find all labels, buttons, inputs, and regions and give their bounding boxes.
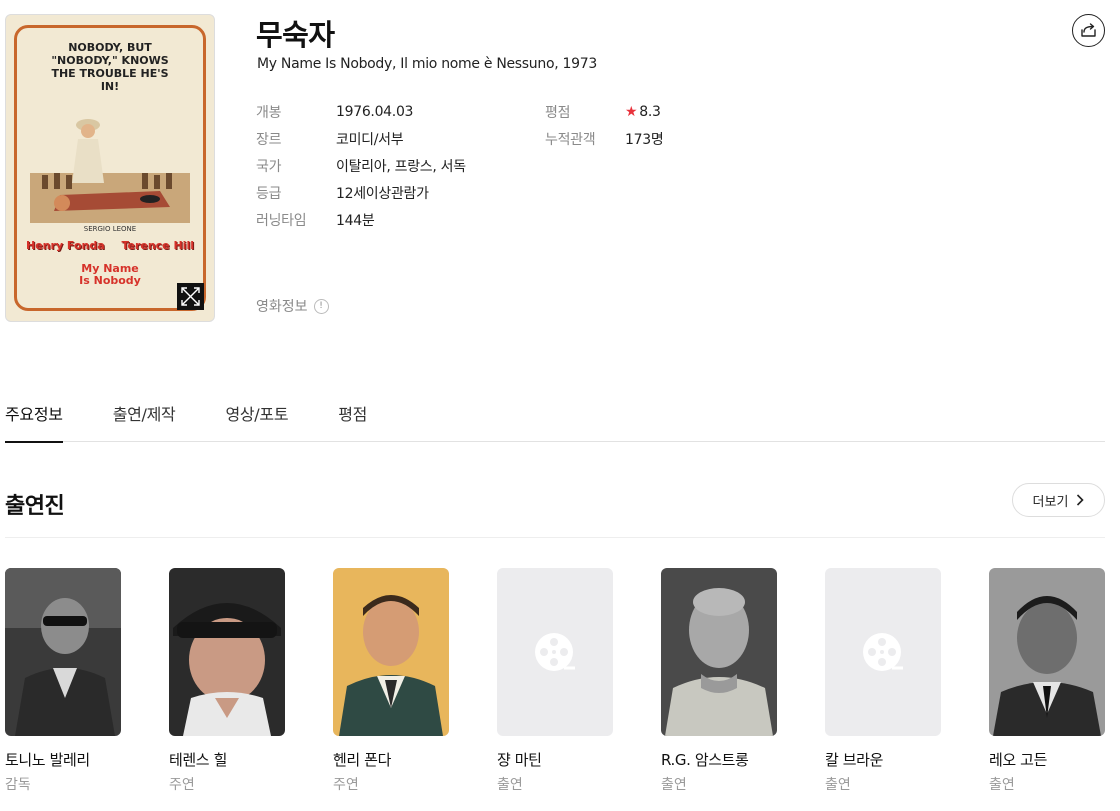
meta-value: 173명 bbox=[625, 131, 664, 148]
film-reel-icon bbox=[535, 633, 575, 671]
person-role: 출연 bbox=[497, 777, 523, 793]
meta-row-release: 개봉 1976.04.03 bbox=[256, 98, 466, 125]
meta-value: 1976.04.03 bbox=[336, 103, 414, 120]
person-role: 출연 bbox=[825, 777, 851, 793]
cast-item[interactable]: 토니노 발레리 감독 bbox=[5, 568, 121, 794]
meta-key: 등급 bbox=[256, 185, 282, 202]
person-name: 레오 고든 bbox=[989, 751, 1047, 769]
film-reel-icon bbox=[863, 633, 903, 671]
cast-item[interactable]: 헨리 폰다 주연 bbox=[333, 568, 449, 794]
meta-value: ★ 8.3 bbox=[625, 104, 661, 120]
tab-reviews[interactable]: 평점 bbox=[338, 386, 367, 442]
cast-item[interactable]: 쟝 마틴 출연 bbox=[497, 568, 613, 794]
meta-value: 코미디/서부 bbox=[336, 131, 404, 148]
score-value: 8.3 bbox=[639, 103, 661, 120]
person-name: 헨리 폰다 bbox=[333, 751, 391, 769]
person-photo-placeholder bbox=[825, 568, 941, 736]
person-name: 테렌스 힐 bbox=[169, 751, 227, 769]
expand-icon[interactable] bbox=[177, 283, 204, 310]
meta-row-audience: 누적관객 173명 bbox=[545, 125, 664, 152]
cast-item[interactable]: 칼 브라운 출연 bbox=[825, 568, 941, 794]
person-name: 쟝 마틴 bbox=[497, 751, 542, 769]
meta-row-genre: 장르 코미디/서부 bbox=[256, 125, 466, 152]
poster-tagline: NOBODY, BUT "NOBODY," KNOWS THE TROUBLE … bbox=[51, 41, 169, 93]
meta-row-score: 평점 ★ 8.3 bbox=[545, 98, 663, 125]
cast-list: 토니노 발레리 감독 테렌스 힐 주연 헨리 폰다 주연 쟝 마틴 출연 R.G… bbox=[5, 568, 1105, 794]
person-photo-placeholder bbox=[497, 568, 613, 736]
cast-item[interactable]: 테렌스 힐 주연 bbox=[169, 568, 285, 794]
movie-title: 무숙자 bbox=[256, 18, 335, 52]
poster-name-right: Terence Hill bbox=[121, 239, 194, 252]
person-role: 주연 bbox=[169, 777, 195, 793]
section-divider bbox=[5, 537, 1105, 538]
movie-meta-right: 평점 ★ 8.3 누적관객 173명 bbox=[545, 98, 664, 152]
tab-cast-crew[interactable]: 출연/제작 bbox=[113, 386, 176, 442]
person-photo bbox=[661, 568, 777, 736]
person-name: 토니노 발레리 bbox=[5, 751, 90, 769]
content-tabs: 주요정보 출연/제작 영상/포토 평점 bbox=[5, 386, 1105, 443]
person-photo bbox=[989, 568, 1105, 736]
cast-item[interactable]: R.G. 암스트롱 출연 bbox=[661, 568, 777, 794]
person-role: 출연 bbox=[989, 777, 1015, 793]
info-icon: ! bbox=[313, 298, 329, 314]
more-button-label: 더보기 bbox=[1032, 494, 1069, 510]
cast-section-title: 출연진 bbox=[5, 494, 65, 519]
tab-main-info[interactable]: 주요정보 bbox=[5, 386, 63, 443]
meta-key: 개봉 bbox=[256, 104, 282, 121]
meta-value: 12세이상관람가 bbox=[336, 185, 429, 202]
person-role: 출연 bbox=[661, 777, 687, 793]
poster-name-left: Henry Fonda bbox=[26, 239, 105, 252]
tab-video-photo[interactable]: 영상/포토 bbox=[225, 386, 288, 442]
meta-key: 장르 bbox=[256, 131, 282, 148]
meta-row-rating-age: 등급 12세이상관람가 bbox=[256, 179, 466, 206]
meta-key: 누적관객 bbox=[545, 131, 596, 148]
meta-key: 러닝타임 bbox=[256, 212, 307, 229]
person-role: 감독 bbox=[5, 777, 31, 793]
poster-credit: SERGIO LEONE bbox=[83, 225, 137, 233]
share-button[interactable] bbox=[1072, 14, 1105, 47]
expand-arrows-icon bbox=[181, 287, 200, 306]
meta-row-country: 국가 이탈리아, 프랑스, 서독 bbox=[256, 152, 466, 179]
person-photo bbox=[333, 568, 449, 736]
movie-subtitle: My Name Is Nobody, Il mio nome è Nessuno… bbox=[257, 56, 597, 72]
poster-illustration bbox=[30, 119, 190, 223]
share-icon bbox=[1081, 23, 1096, 37]
movie-meta-left: 개봉 1976.04.03 장르 코미디/서부 국가 이탈리아, 프랑스, 서독… bbox=[256, 98, 466, 233]
meta-key: 평점 bbox=[545, 104, 571, 121]
cast-item[interactable]: 레오 고든 출연 bbox=[989, 568, 1105, 794]
meta-value: 이탈리아, 프랑스, 서독 bbox=[336, 158, 466, 175]
chevron-right-icon bbox=[1077, 494, 1085, 506]
movie-info-label: 영화정보 bbox=[256, 299, 308, 315]
movie-poster[interactable]: NOBODY, BUT "NOBODY," KNOWS THE TROUBLE … bbox=[5, 14, 215, 322]
person-role: 주연 bbox=[333, 777, 359, 793]
meta-row-runtime: 러닝타임 144분 bbox=[256, 206, 466, 233]
more-button[interactable]: 더보기 bbox=[1012, 483, 1105, 517]
person-name: 칼 브라운 bbox=[825, 751, 883, 769]
poster-cast-names: Henry Fonda Terence Hill bbox=[26, 239, 194, 252]
meta-value: 144분 bbox=[336, 212, 375, 229]
movie-info-link[interactable]: 영화정보 ! bbox=[256, 296, 329, 316]
person-name: R.G. 암스트롱 bbox=[661, 751, 749, 769]
star-icon: ★ bbox=[625, 103, 638, 120]
person-photo bbox=[169, 568, 285, 736]
person-photo bbox=[5, 568, 121, 736]
meta-key: 국가 bbox=[256, 158, 282, 175]
